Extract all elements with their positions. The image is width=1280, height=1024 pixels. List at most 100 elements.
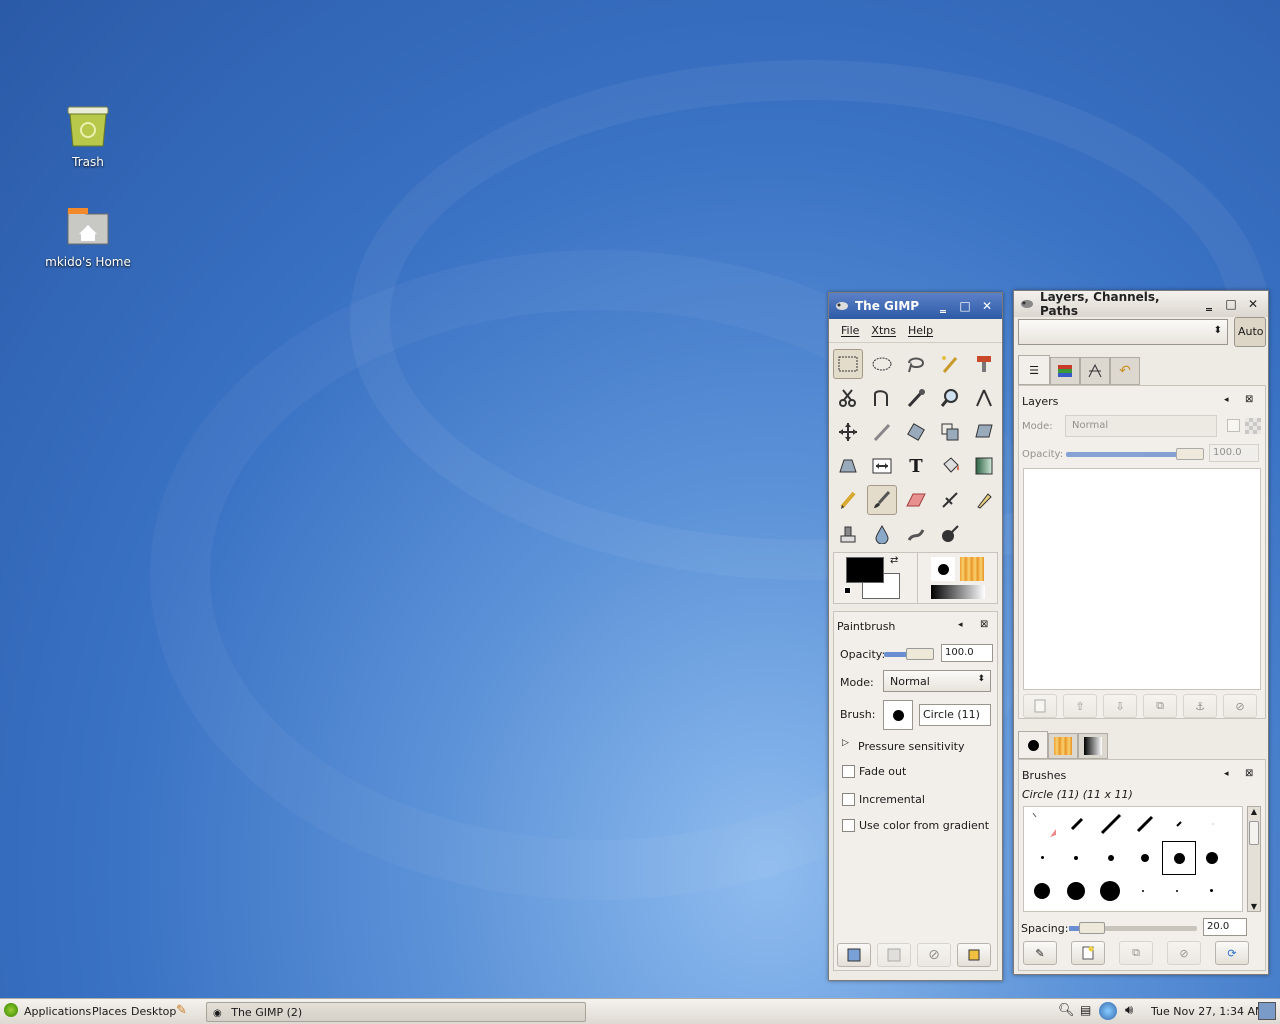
use-gradient-checkbox[interactable] xyxy=(842,819,855,832)
active-brush-preview[interactable] xyxy=(931,557,955,581)
scissors-tool-icon[interactable] xyxy=(833,383,863,413)
active-gradient-preview[interactable] xyxy=(931,585,985,599)
close-button[interactable]: ✕ xyxy=(1244,295,1262,313)
show-desktop-icon[interactable] xyxy=(1258,1002,1276,1020)
lasso-tool-icon[interactable] xyxy=(901,349,931,379)
bucket-fill-tool-icon[interactable] xyxy=(935,451,965,481)
duplicate-brush-button[interactable]: ⧉ xyxy=(1119,941,1153,965)
crop-tool-icon[interactable] xyxy=(867,417,897,447)
clock[interactable]: Tue Nov 27, 1:34 AM xyxy=(1151,1005,1264,1018)
new-brush-button[interactable] xyxy=(1071,941,1105,965)
dock-titlebar[interactable]: Layers, Channels, Paths ‗ □ ✕ xyxy=(1014,290,1268,318)
tab-undo-history[interactable]: ↶ xyxy=(1110,357,1140,385)
maximize-button[interactable]: □ xyxy=(1222,295,1240,313)
duplicate-layer-button[interactable]: ⧉ xyxy=(1143,694,1177,718)
edit-brush-button[interactable]: ✎ xyxy=(1023,941,1057,965)
fuzzy-select-tool-icon[interactable] xyxy=(935,349,965,379)
expander-arrow-icon[interactable]: ▷ xyxy=(842,738,849,748)
flip-tool-icon[interactable] xyxy=(867,451,897,481)
auto-button[interactable]: Auto xyxy=(1234,317,1266,347)
fade-out-checkbox[interactable] xyxy=(842,765,855,778)
panel-menu-icon[interactable]: ◂ xyxy=(1224,395,1229,405)
minimize-button[interactable]: ‗ xyxy=(1200,295,1218,313)
incremental-checkbox[interactable] xyxy=(842,793,855,806)
paintbrush-tool-icon[interactable] xyxy=(867,485,897,515)
taskbar-window-button[interactable]: ◉ The GIMP (2) xyxy=(206,1002,586,1022)
eraser-tool-icon[interactable] xyxy=(901,485,931,515)
keep-transparency-checkbox[interactable] xyxy=(1227,419,1240,432)
ink-tool-icon[interactable] xyxy=(969,485,999,515)
refresh-brushes-button[interactable]: ⟳ xyxy=(1215,941,1249,965)
desktop-icon-trash[interactable]: Trash xyxy=(33,104,143,169)
tab-gradients[interactable] xyxy=(1078,733,1108,759)
paths-tool-icon[interactable] xyxy=(867,383,897,413)
blur-tool-icon[interactable] xyxy=(867,519,897,549)
opacity-slider[interactable] xyxy=(884,648,934,660)
search-icon[interactable]: 🔍︎ xyxy=(1058,1003,1075,1018)
launcher-icon[interactable]: ✎ xyxy=(176,1003,187,1018)
places-menu[interactable]: Places xyxy=(92,1005,127,1018)
shear-tool-icon[interactable] xyxy=(969,417,999,447)
close-button[interactable]: ✕ xyxy=(978,297,996,315)
rect-select-tool-icon[interactable] xyxy=(833,349,863,379)
scale-tool-icon[interactable] xyxy=(935,417,965,447)
panel-menu-icon[interactable]: ◂ xyxy=(958,620,963,630)
layers-list[interactable] xyxy=(1023,468,1261,690)
applications-menu[interactable]: Applications xyxy=(24,1005,91,1018)
layer-opacity-slider[interactable] xyxy=(1066,448,1204,460)
layer-opacity-spinbutton[interactable]: 100.0 xyxy=(1209,444,1259,462)
raise-layer-button[interactable]: ⇧ xyxy=(1063,694,1097,718)
mode-dropdown[interactable]: Normal ⬍ xyxy=(883,670,991,692)
pencil-tool-icon[interactable] xyxy=(833,485,863,515)
dodge-burn-tool-icon[interactable] xyxy=(935,519,965,549)
new-layer-button[interactable] xyxy=(1023,694,1057,718)
desktop-icon-home[interactable]: mkido's Home xyxy=(33,204,143,269)
tab-patterns[interactable] xyxy=(1048,733,1078,759)
menu-file[interactable]: File xyxy=(835,324,865,337)
brush-select-button[interactable] xyxy=(883,700,913,730)
delete-layer-button[interactable]: ⊘ xyxy=(1223,694,1257,718)
perspective-tool-icon[interactable] xyxy=(833,451,863,481)
menu-help[interactable]: Help xyxy=(902,324,939,337)
reset-options-button[interactable] xyxy=(957,943,991,967)
panel-close-icon[interactable]: ⊠ xyxy=(980,619,988,630)
image-selector-dropdown[interactable]: ⬍ xyxy=(1018,319,1228,345)
maximize-button[interactable]: □ xyxy=(956,297,974,315)
magnify-tool-icon[interactable] xyxy=(935,383,965,413)
tab-paths[interactable] xyxy=(1080,357,1110,385)
airbrush-tool-icon[interactable] xyxy=(935,485,965,515)
measure-tool-icon[interactable] xyxy=(969,383,999,413)
brush-grid[interactable] xyxy=(1023,806,1243,912)
brush-grid-scrollbar[interactable]: ▲ ▼ xyxy=(1247,806,1261,912)
rotate-tool-icon[interactable] xyxy=(901,417,931,447)
lower-layer-button[interactable]: ⇩ xyxy=(1103,694,1137,718)
spacing-slider[interactable] xyxy=(1069,922,1197,934)
smudge-tool-icon[interactable] xyxy=(901,519,931,549)
panel-close-icon[interactable]: ⊠ xyxy=(1245,394,1253,405)
select-by-color-tool-icon[interactable] xyxy=(969,349,999,379)
clone-tool-icon[interactable] xyxy=(833,519,863,549)
active-pattern-preview[interactable] xyxy=(960,557,984,581)
panel-menu-icon[interactable]: ◂ xyxy=(1224,769,1229,779)
desktop-menu[interactable]: Desktop xyxy=(131,1005,176,1018)
color-picker-tool-icon[interactable] xyxy=(901,383,931,413)
minimize-button[interactable]: ‗ xyxy=(934,297,952,315)
opacity-spinbutton[interactable]: 100.0 xyxy=(941,644,993,662)
update-icon[interactable] xyxy=(1099,1002,1117,1020)
toolbox-titlebar[interactable]: The GIMP ‗ □ ✕ xyxy=(829,293,1002,319)
spacing-spinbutton[interactable]: 20.0 xyxy=(1203,918,1247,936)
panel-close-icon[interactable]: ⊠ xyxy=(1245,768,1253,779)
network-icon[interactable]: ▤ xyxy=(1080,1003,1091,1017)
menu-xtns[interactable]: Xtns xyxy=(865,324,902,337)
volume-icon[interactable]: 🔊︎ xyxy=(1125,1003,1133,1018)
ellipse-select-tool-icon[interactable] xyxy=(867,349,897,379)
swap-colors-icon[interactable]: ⇄ xyxy=(890,555,898,566)
pressure-sensitivity-expander[interactable]: Pressure sensitivity xyxy=(858,740,964,753)
delete-options-button[interactable]: ⊘ xyxy=(917,943,951,967)
foreground-color-swatch[interactable] xyxy=(846,557,884,583)
tab-brushes[interactable] xyxy=(1018,731,1048,759)
save-options-button[interactable] xyxy=(837,943,871,967)
layer-mode-dropdown[interactable]: Normal xyxy=(1065,415,1217,437)
tab-channels[interactable] xyxy=(1050,357,1080,385)
selected-brush-cell[interactable] xyxy=(1162,841,1196,875)
